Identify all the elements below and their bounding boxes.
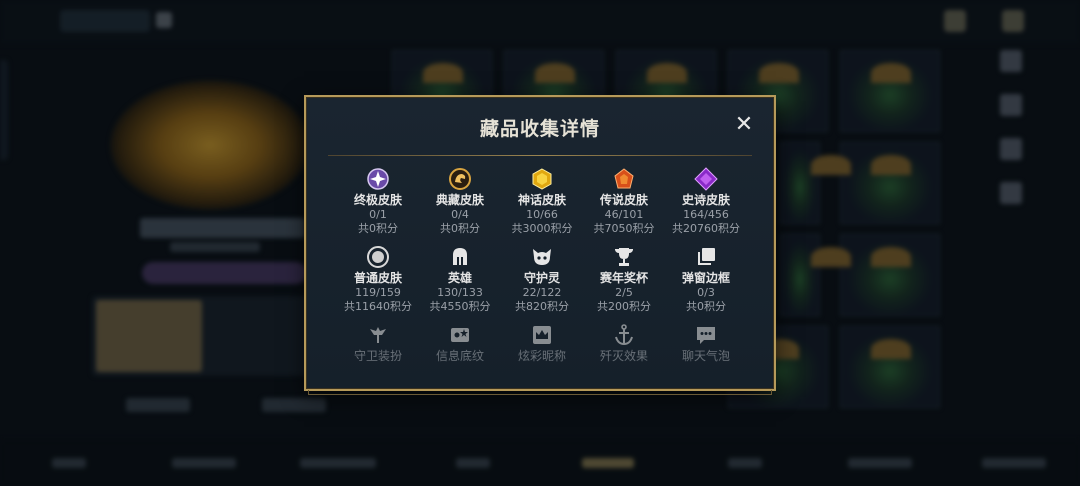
card-pattern-icon <box>451 328 469 342</box>
helmet-icon <box>453 248 467 265</box>
item-count: 119/159 <box>355 286 401 299</box>
item-points: 共200积分 <box>597 300 651 313</box>
title-divider <box>328 155 752 156</box>
item-count: 0/4 <box>451 208 469 221</box>
item-name: 守卫装扮 <box>353 349 402 363</box>
item-points: 共3000积分 <box>511 222 573 235</box>
item-name: 典藏皮肤 <box>435 193 484 207</box>
item-name: 终极皮肤 <box>353 193 402 207</box>
collection-item[interactable]: 守卫装扮 <box>338 323 418 363</box>
item-name: 史诗皮肤 <box>681 193 730 207</box>
item-count: 130/133 <box>437 286 483 299</box>
item-name: 普通皮肤 <box>353 271 402 285</box>
item-points: 共20760积分 <box>672 222 740 235</box>
item-name: 神话皮肤 <box>517 193 566 207</box>
mythic-gem-icon <box>532 168 552 190</box>
collection-item[interactable]: 神话皮肤 10/66 共3000积分 <box>502 167 582 245</box>
collection-item[interactable]: 传说皮肤 46/101 共7050积分 <box>584 167 664 245</box>
epic-gem-icon <box>694 167 718 191</box>
item-name: 英雄 <box>447 271 472 285</box>
collection-item[interactable]: 歼灭效果 <box>584 323 664 363</box>
item-count: 0/3 <box>697 286 715 299</box>
item-count: 2/5 <box>615 286 633 299</box>
collection-item[interactable]: 守护灵 22/122 共820积分 <box>502 245 582 323</box>
item-name: 歼灭效果 <box>599 349 648 363</box>
item-name: 传说皮肤 <box>599 193 648 207</box>
crown-nameplate-icon <box>533 326 551 344</box>
item-name: 赛年奖杯 <box>599 271 648 285</box>
ultimate-gem-icon <box>367 168 389 190</box>
close-button[interactable]: ✕ <box>734 114 754 136</box>
collection-item[interactable]: 典藏皮肤 0/4 共0积分 <box>420 167 500 245</box>
item-count: 0/1 <box>369 208 387 221</box>
collection-item[interactable]: 英雄 130/133 共4550积分 <box>420 245 500 323</box>
modal-title: 藏品收集详情 <box>479 118 600 140</box>
item-points: 共0积分 <box>686 300 726 313</box>
item-name: 炫彩昵称 <box>517 349 566 363</box>
item-points: 共11640积分 <box>344 300 412 313</box>
item-count: 22/122 <box>522 286 562 299</box>
item-count: 164/456 <box>683 208 729 221</box>
dragon-crest-icon <box>449 168 471 190</box>
item-name: 守护灵 <box>523 271 560 285</box>
collection-item[interactable]: 弹窗边框 0/3 共0积分 <box>666 245 746 323</box>
item-points: 共7050积分 <box>593 222 655 235</box>
collection-item[interactable]: 终极皮肤 0/1 共0积分 <box>338 167 418 245</box>
collection-item[interactable]: 信息底纹 <box>420 323 500 363</box>
collection-grid: 终极皮肤 0/1 共0积分 典藏皮肤 0/4 共0积分 神话皮肤 10/66 共… <box>338 167 746 363</box>
chat-bubble-icon <box>697 327 715 344</box>
collection-item[interactable]: 聊天气泡 <box>666 323 746 363</box>
guardian-face-icon <box>533 249 551 265</box>
legendary-gem-icon <box>614 168 634 189</box>
collection-row: 终极皮肤 0/1 共0积分 典藏皮肤 0/4 共0积分 神话皮肤 10/66 共… <box>338 167 746 245</box>
item-name: 信息底纹 <box>435 349 484 363</box>
frame-stack-icon <box>698 248 715 265</box>
collection-item[interactable]: 史诗皮肤 164/456 共20760积分 <box>666 167 746 245</box>
circle-icon <box>367 246 389 268</box>
item-points: 共820积分 <box>515 300 569 313</box>
collection-row: 普通皮肤 119/159 共11640积分 英雄 130/133 共4550积分 <box>338 245 746 323</box>
collection-item[interactable]: 赛年奖杯 2/5 共200积分 <box>584 245 664 323</box>
item-points: 共0积分 <box>358 222 398 235</box>
collection-item[interactable]: 普通皮肤 119/159 共11640积分 <box>338 245 418 323</box>
collection-row: 守卫装扮 信息底纹 炫彩昵称 歼灭效果 聊天气泡 <box>338 323 746 363</box>
collection-details-modal: 藏品收集详情 ✕ 终极皮肤 0/1 共0积分 典藏皮肤 0/4 共0积分 神话皮… <box>304 95 776 395</box>
item-name: 聊天气泡 <box>681 349 730 363</box>
item-count: 46/101 <box>604 208 644 221</box>
anchor-icon <box>615 324 633 346</box>
ward-icon <box>370 327 386 343</box>
item-points: 共4550积分 <box>429 300 491 313</box>
item-count: 10/66 <box>526 208 558 221</box>
trophy-icon <box>615 248 633 266</box>
item-name: 弹窗边框 <box>681 271 730 285</box>
item-points: 共0积分 <box>440 222 480 235</box>
collection-item[interactable]: 炫彩昵称 <box>502 323 582 363</box>
